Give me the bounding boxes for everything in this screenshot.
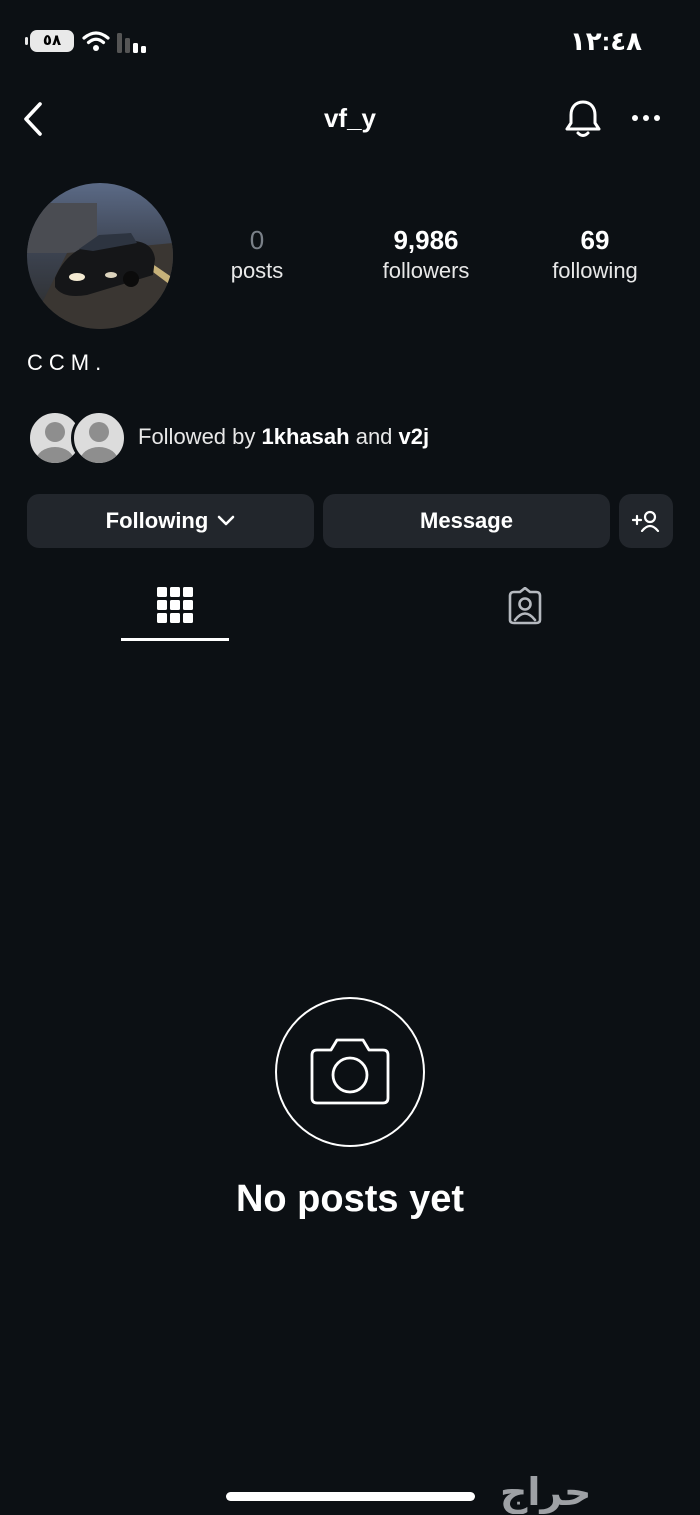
followed-by-prefix: Followed by xyxy=(138,424,256,449)
grid-tab-icon[interactable] xyxy=(157,587,193,623)
stat-followers-label: followers xyxy=(382,258,470,283)
active-tab-indicator xyxy=(121,638,229,641)
chevron-down-icon xyxy=(218,515,235,526)
stat-followers[interactable]: 9,986 followers xyxy=(351,224,501,286)
following-button[interactable]: Following xyxy=(27,494,314,548)
notification-bell-icon[interactable] xyxy=(564,98,602,140)
profile-avatar[interactable] xyxy=(27,183,173,329)
car-photo-icon xyxy=(27,183,173,329)
following-button-label: Following xyxy=(105,508,209,533)
wifi-icon xyxy=(82,31,110,51)
battery-indicator: ٥٨ xyxy=(25,30,74,52)
status-time: ١٢:٤٨ xyxy=(569,26,642,56)
home-indicator[interactable] xyxy=(226,1492,475,1501)
watermark-logo: حراج xyxy=(500,1472,592,1514)
suggest-users-button[interactable] xyxy=(619,494,673,548)
mutual-user-2[interactable]: v2j xyxy=(399,424,430,449)
followed-by-text[interactable]: Followed by 1khasah and v2j xyxy=(138,424,429,450)
mutual-user-1[interactable]: 1khasah xyxy=(262,424,350,449)
add-person-icon xyxy=(632,510,660,532)
stat-following-label: following xyxy=(552,258,638,283)
stat-posts: 0 posts xyxy=(182,224,332,286)
stat-following[interactable]: 69 following xyxy=(520,224,670,286)
stat-followers-value: 9,986 xyxy=(393,225,459,255)
default-user-icon xyxy=(80,422,118,463)
mutual-avatar-2 xyxy=(71,410,127,466)
profile-bio: CCM. xyxy=(27,350,108,375)
cellular-signal-icon xyxy=(117,33,146,53)
camera-icon xyxy=(310,1038,390,1105)
stat-following-value: 69 xyxy=(580,225,610,255)
stat-posts-label: posts xyxy=(230,258,284,283)
empty-state-title: No posts yet xyxy=(235,1178,465,1220)
more-options-icon[interactable] xyxy=(631,113,661,123)
tagged-tab-icon[interactable] xyxy=(506,587,544,625)
battery-level: ٥٨ xyxy=(42,32,62,49)
followed-by-conjunction: and xyxy=(355,424,393,449)
message-button[interactable]: Message xyxy=(323,494,610,548)
message-button-label: Message xyxy=(420,508,513,533)
stat-posts-value: 0 xyxy=(249,225,265,255)
